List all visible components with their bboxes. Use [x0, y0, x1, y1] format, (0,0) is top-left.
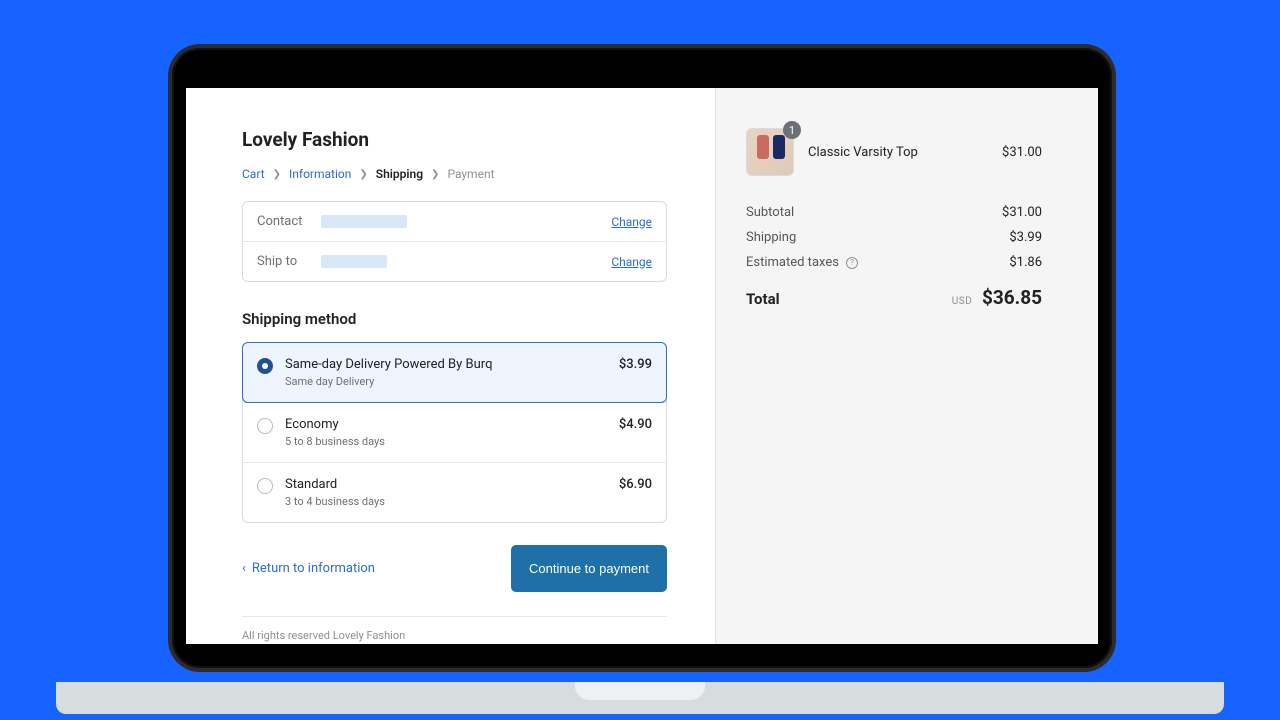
return-to-information-link[interactable]: ‹ Return to information [242, 561, 375, 576]
total-label: Total [746, 290, 780, 308]
breadcrumb-information[interactable]: Information [289, 167, 351, 181]
shipping-option-subtitle: Same day Delivery [285, 375, 607, 388]
taxes-label: Estimated taxes ? [746, 255, 858, 270]
radio-icon [257, 358, 273, 374]
laptop-frame: Lovely Fashion Cart ❯ Information ❯ Ship… [172, 48, 1112, 668]
shipping-value: $3.99 [1009, 230, 1042, 245]
radio-icon [257, 418, 273, 434]
laptop-base [56, 682, 1224, 714]
info-icon[interactable]: ? [846, 257, 858, 269]
chevron-left-icon: ‹ [242, 561, 246, 576]
review-contact-row: Contact Change [243, 202, 666, 241]
shipping-options: Same-day Delivery Powered By Burq Same d… [242, 342, 667, 523]
navigation-row: ‹ Return to information Continue to paym… [242, 545, 667, 592]
contact-label: Contact [257, 214, 321, 229]
shipping-option-subtitle: 3 to 4 business days [285, 495, 607, 508]
radio-icon [257, 478, 273, 494]
review-shipto-row: Ship to Change [243, 241, 666, 281]
subtotal-value: $31.00 [1002, 205, 1042, 220]
taxes-value: $1.86 [1009, 255, 1042, 270]
footer-text: All rights reserved Lovely Fashion [242, 617, 667, 642]
shipping-method-heading: Shipping method [242, 310, 667, 328]
contact-value-redacted [321, 215, 407, 228]
totals-block: Subtotal $31.00 Shipping $3.99 Estimated… [746, 200, 1042, 314]
laptop-notch [575, 682, 705, 700]
shipping-option-standard[interactable]: Standard 3 to 4 business days $6.90 [243, 462, 666, 522]
checkout-window: Lovely Fashion Cart ❯ Information ❯ Ship… [186, 88, 1098, 644]
currency-code: USD [952, 296, 972, 307]
chevron-right-icon: ❯ [359, 169, 367, 180]
cart-line-item: 1 Classic Varsity Top $31.00 [746, 128, 1042, 176]
shipping-option-title: Same-day Delivery Powered By Burq [285, 357, 607, 372]
quantity-badge: 1 [783, 121, 801, 139]
breadcrumb-payment: Payment [447, 167, 494, 181]
shipto-label: Ship to [257, 254, 321, 269]
order-summary: 1 Classic Varsity Top $31.00 Subtotal $3… [716, 88, 1098, 644]
shipto-value-redacted [321, 255, 387, 268]
change-contact-link[interactable]: Change [611, 215, 652, 229]
continue-to-payment-button[interactable]: Continue to payment [511, 545, 667, 592]
shipping-option-burq[interactable]: Same-day Delivery Powered By Burq Same d… [242, 342, 667, 403]
total-value: $36.85 [982, 286, 1042, 309]
shipping-label: Shipping [746, 230, 796, 245]
shipping-option-price: $6.90 [619, 477, 652, 492]
breadcrumb-shipping: Shipping [376, 167, 423, 181]
store-title: Lovely Fashion [242, 128, 667, 151]
return-label: Return to information [252, 561, 375, 576]
product-price: $31.00 [1002, 145, 1042, 160]
product-name: Classic Varsity Top [808, 145, 988, 160]
subtotal-label: Subtotal [746, 205, 794, 220]
shipping-option-subtitle: 5 to 8 business days [285, 435, 607, 448]
review-box: Contact Change Ship to Change [242, 201, 667, 282]
shipping-option-economy[interactable]: Economy 5 to 8 business days $4.90 [243, 402, 666, 462]
product-thumbnail: 1 [746, 128, 794, 176]
breadcrumb-cart[interactable]: Cart [242, 167, 265, 181]
shipping-option-price: $3.99 [619, 357, 652, 372]
breadcrumb: Cart ❯ Information ❯ Shipping ❯ Payment [242, 167, 667, 181]
shipping-option-title: Economy [285, 417, 607, 432]
change-shipto-link[interactable]: Change [611, 255, 652, 269]
chevron-right-icon: ❯ [431, 169, 439, 180]
shipping-option-price: $4.90 [619, 417, 652, 432]
shipping-option-title: Standard [285, 477, 607, 492]
checkout-main: Lovely Fashion Cart ❯ Information ❯ Ship… [186, 88, 716, 644]
chevron-right-icon: ❯ [273, 169, 281, 180]
